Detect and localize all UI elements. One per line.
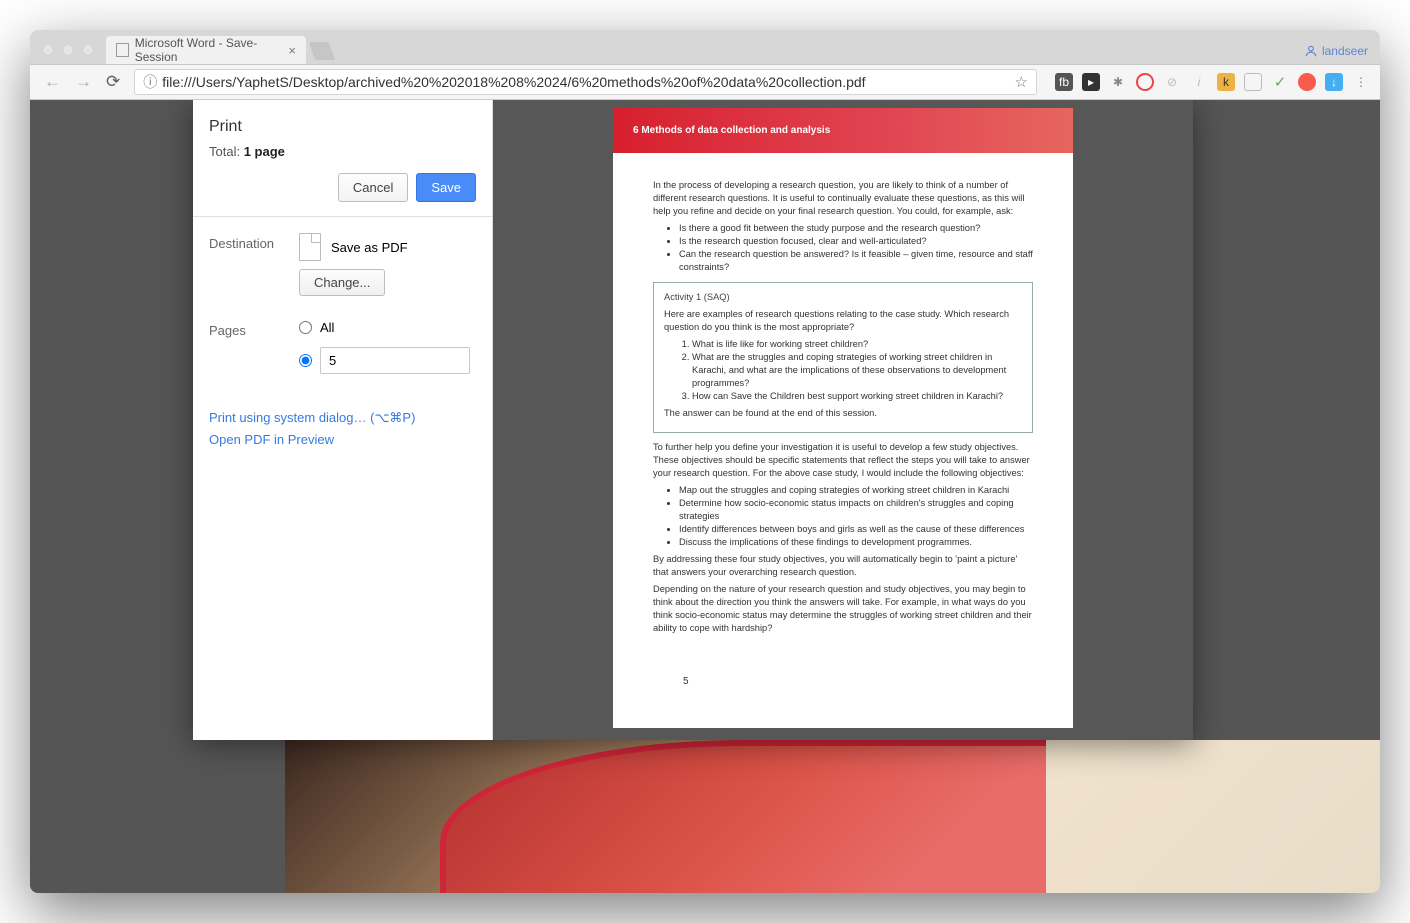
print-title: Print (209, 118, 476, 136)
forward-button[interactable]: → (75, 72, 92, 92)
minimize-window-icon[interactable] (62, 44, 74, 56)
background-image (285, 740, 1380, 893)
back-button[interactable]: ← (44, 72, 61, 92)
print-total: Total: 1 page (209, 144, 476, 159)
ext-bug-icon[interactable]: ✱ (1109, 73, 1127, 91)
doc-banner: 6 Methods of data collection and analysi… (613, 108, 1073, 153)
ext-down-icon[interactable]: ↓ (1325, 73, 1343, 91)
close-tab-icon[interactable]: × (288, 43, 296, 58)
extensions: fb ▸ ✱ ⊘ i k ✓ ↓ ⋮ (1045, 73, 1380, 91)
print-preview: 6 Methods of data collection and analysi… (493, 100, 1193, 740)
tab-title: Microsoft Word - Save-Session (135, 36, 283, 64)
pdf-icon (299, 233, 321, 261)
file-icon (116, 43, 129, 57)
menu-icon[interactable]: ⋮ (1352, 73, 1370, 91)
system-dialog-link[interactable]: Print using system dialog… (⌥⌘P) (209, 410, 476, 426)
url-text: file:///Users/YaphetS/Desktop/archived%2… (162, 74, 865, 90)
activity-box: Activity 1 (SAQ) Here are examples of re… (653, 282, 1033, 433)
preview-page: 6 Methods of data collection and analysi… (613, 108, 1073, 728)
reload-button[interactable]: ⟳ (106, 72, 120, 92)
profile-button[interactable]: landseer (1292, 44, 1380, 64)
pages-all-radio[interactable] (299, 321, 312, 334)
tab-bar: Microsoft Word - Save-Session × landseer (30, 30, 1380, 64)
new-tab-button[interactable] (309, 42, 336, 60)
save-button[interactable]: Save (416, 173, 476, 202)
print-sidebar: Print Total: 1 page Cancel Save Destinat… (193, 100, 493, 740)
pages-range-radio[interactable] (299, 354, 312, 367)
address-bar[interactable]: ⓘ file:///Users/YaphetS/Desktop/archived… (134, 69, 1037, 95)
close-window-icon[interactable] (42, 44, 54, 56)
ext-fb-icon[interactable]: fb (1055, 73, 1073, 91)
print-dialog: Print Total: 1 page Cancel Save Destinat… (193, 100, 1193, 740)
cancel-button[interactable]: Cancel (338, 173, 408, 202)
ext-check-icon[interactable]: ✓ (1271, 73, 1289, 91)
profile-icon (1304, 44, 1318, 58)
pages-all-label: All (320, 320, 334, 335)
window-controls (30, 44, 106, 64)
change-destination-button[interactable]: Change... (299, 269, 385, 296)
ext-blank-icon[interactable] (1244, 73, 1262, 91)
bookmark-icon[interactable]: ☆ (1015, 73, 1028, 91)
maximize-window-icon[interactable] (82, 44, 94, 56)
page-number: 5 (653, 675, 1033, 689)
ext-elephant-icon[interactable] (1298, 73, 1316, 91)
ext-k-icon[interactable]: k (1217, 73, 1235, 91)
ext-info-icon[interactable]: i (1190, 73, 1208, 91)
toolbar: ← → ⟳ ⓘ file:///Users/YaphetS/Desktop/ar… (30, 64, 1380, 100)
info-icon[interactable]: ⓘ (143, 72, 157, 92)
browser-window: Microsoft Word - Save-Session × landseer… (30, 30, 1380, 893)
ext-arrow-icon[interactable]: ▸ (1082, 73, 1100, 91)
ext-target-icon[interactable] (1136, 73, 1154, 91)
browser-tab[interactable]: Microsoft Word - Save-Session × (106, 36, 306, 64)
content-area: Print Total: 1 page Cancel Save Destinat… (30, 100, 1380, 893)
destination-value: Save as PDF (331, 240, 408, 255)
ext-disabled-icon[interactable]: ⊘ (1163, 73, 1181, 91)
open-preview-link[interactable]: Open PDF in Preview (209, 432, 476, 447)
pages-input[interactable] (320, 347, 470, 374)
destination-label: Destination (209, 233, 299, 296)
pages-label: Pages (209, 320, 299, 386)
